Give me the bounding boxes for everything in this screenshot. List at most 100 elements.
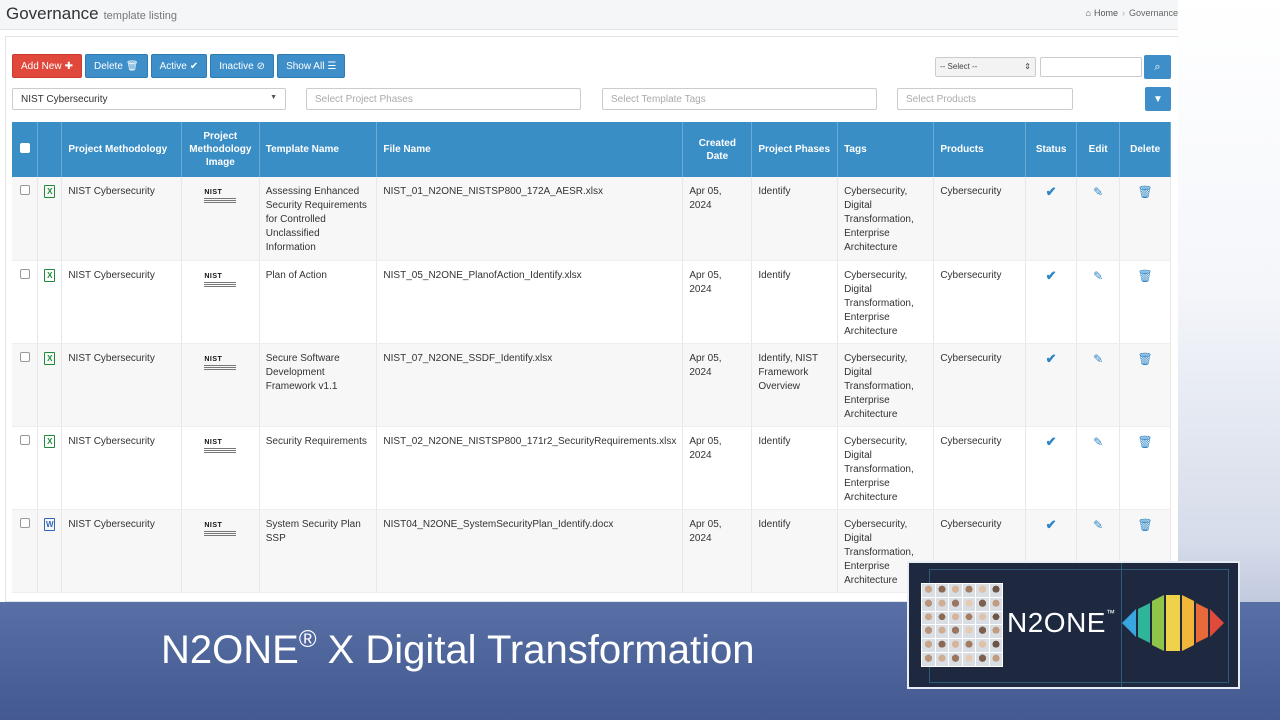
col-products[interactable]: Products	[933, 122, 1027, 177]
row-checkbox[interactable]	[19, 185, 30, 195]
created-date-cell: Apr 05, 2024	[682, 260, 753, 344]
status-active-check-icon[interactable]: ✔	[1046, 517, 1057, 532]
person-photo-tile	[976, 597, 989, 611]
person-photo-tile	[922, 584, 935, 597]
methodology-cell: NIST Cybersecurity	[61, 260, 182, 344]
person-photo-tile	[962, 625, 975, 639]
person-photo-tile	[935, 639, 948, 653]
trash-icon[interactable]: 🗑	[1138, 518, 1153, 532]
row-checkbox[interactable]	[19, 268, 30, 279]
trash-icon[interactable]: 🗑	[1138, 352, 1153, 366]
status-active-check-icon[interactable]: ✔	[1046, 184, 1057, 199]
status-cell: ✔	[1025, 343, 1077, 427]
select-all-checkbox[interactable]	[19, 142, 30, 153]
show-all-button[interactable]: Show All ☰	[277, 54, 346, 78]
person-photo-tile	[922, 639, 935, 653]
delete-cell: 🗑	[1119, 426, 1171, 510]
file-type-cell: X	[37, 343, 63, 427]
edit-icon[interactable]: ✎	[1093, 435, 1103, 449]
home-icon[interactable]: ⌂	[1086, 8, 1091, 18]
methodology-image-cell: NIST	[181, 177, 260, 261]
delete-cell: 🗑	[1119, 177, 1171, 261]
person-photo-tile	[922, 597, 935, 611]
col-methodology-image[interactable]: Project Methodology Image	[181, 122, 260, 177]
inactive-button[interactable]: Inactive ⊘	[210, 54, 275, 78]
n2one-logo-card: N2ONE™	[907, 561, 1240, 689]
status-cell: ✔	[1025, 426, 1077, 510]
delete-button[interactable]: Delete 🗑	[84, 54, 148, 78]
nist-logo-image: NIST	[204, 438, 237, 455]
created-date-cell: Apr 05, 2024	[682, 177, 753, 261]
nist-logo-text: NIST	[204, 438, 223, 446]
active-button[interactable]: Active ✔	[150, 54, 208, 78]
row-checkbox[interactable]	[19, 434, 30, 445]
search-field-select[interactable]: -- Select -- ⇕	[935, 57, 1036, 77]
search-input[interactable]	[1040, 57, 1142, 77]
file-type-header	[37, 122, 63, 177]
page-header: Governance template listing ⌂ Home › Governa…	[0, 0, 1178, 30]
banner-headline-rest: X Digital Transformation	[316, 628, 755, 672]
person-photo-tile	[949, 584, 962, 597]
nist-logo-text: NIST	[204, 189, 223, 196]
methodology-cell: NIST Cybersecurity	[61, 343, 182, 427]
tags-cell: Cybersecurity, Digital Transformation, E…	[837, 260, 935, 344]
breadcrumb-current: Governance	[1128, 8, 1178, 18]
prism-logo-icon	[1122, 595, 1224, 651]
project-phases-cell: Identify	[751, 177, 839, 261]
edit-icon[interactable]: ✎	[1093, 518, 1103, 532]
file-name-cell: NIST04_N2ONE_SystemSecurityPlan_Identify…	[376, 509, 684, 593]
add-new-button[interactable]: Add New ✚	[12, 54, 82, 78]
people-photo-grid	[921, 583, 1003, 667]
project-phases-filter[interactable]: Select Project Phases	[306, 88, 581, 110]
edit-icon[interactable]: ✎	[1093, 185, 1103, 199]
col-file-name[interactable]: File Name	[376, 122, 684, 177]
edit-icon[interactable]: ✎	[1093, 269, 1103, 283]
edit-icon[interactable]: ✎	[1093, 352, 1103, 366]
col-delete: Delete	[1119, 122, 1171, 177]
status-active-check-icon[interactable]: ✔	[1046, 351, 1057, 366]
trash-icon[interactable]: 🗑	[1138, 269, 1153, 283]
file-type-cell: X	[37, 260, 63, 344]
page-subtitle: template listing	[103, 10, 177, 22]
status-active-check-icon[interactable]: ✔	[1046, 434, 1057, 449]
col-project-phases[interactable]: Project Phases	[751, 122, 839, 177]
person-photo-tile	[949, 639, 962, 653]
file-type-cell: X	[37, 177, 63, 261]
col-status[interactable]: Status	[1025, 122, 1077, 177]
breadcrumb-home[interactable]: Home	[1094, 8, 1118, 18]
content-panel: Add New ✚ Delete 🗑 Active ✔ Inactive ⊘ Show …	[5, 36, 1178, 602]
n2one-brand-text: N2ONE™	[1007, 607, 1115, 639]
methodology-cell: NIST Cybersecurity	[61, 426, 182, 510]
col-tags[interactable]: Tags	[837, 122, 935, 177]
nist-logo-lines	[204, 364, 237, 371]
col-project-methodology[interactable]: Project Methodology	[61, 122, 182, 177]
person-photo-tile	[976, 639, 989, 653]
trademark-mark: ™	[1105, 608, 1116, 618]
col-template-name[interactable]: Template Name	[259, 122, 378, 177]
trash-icon[interactable]: 🗑	[1138, 435, 1153, 449]
row-checkbox[interactable]	[19, 517, 30, 528]
filter-button[interactable]: ▼	[1145, 87, 1171, 111]
delete-cell: 🗑	[1119, 260, 1171, 344]
file-type-cell: W	[37, 509, 63, 593]
products-filter[interactable]: Select Products	[897, 88, 1073, 110]
trash-icon[interactable]: 🗑	[1138, 185, 1153, 199]
tags-cell: Cybersecurity, Digital Transformation, E…	[837, 177, 935, 261]
methodology-select[interactable]: NIST Cybersecurity ▼	[12, 88, 286, 110]
search-button[interactable]: ⌕	[1144, 55, 1171, 79]
template-tags-filter[interactable]: Select Template Tags	[602, 88, 877, 110]
template-name-cell: System Security Plan SSP	[259, 509, 378, 593]
search-icon: ⌕	[1154, 60, 1161, 73]
edit-cell: ✎	[1076, 426, 1121, 510]
plus-icon: ✚	[64, 60, 73, 72]
status-active-check-icon[interactable]: ✔	[1046, 268, 1057, 283]
excel-file-icon: X	[44, 185, 56, 198]
col-created-date[interactable]: Created Date	[682, 122, 753, 177]
row-checkbox[interactable]	[19, 351, 30, 362]
application-window: Governance template listing ⌂ Home › Governa…	[0, 0, 1178, 602]
list-icon: ☰	[327, 60, 337, 72]
person-photo-tile	[949, 653, 962, 666]
nist-logo-text: NIST	[204, 521, 223, 529]
methodology-cell: NIST Cybersecurity	[61, 509, 182, 593]
person-photo-tile	[962, 584, 975, 597]
